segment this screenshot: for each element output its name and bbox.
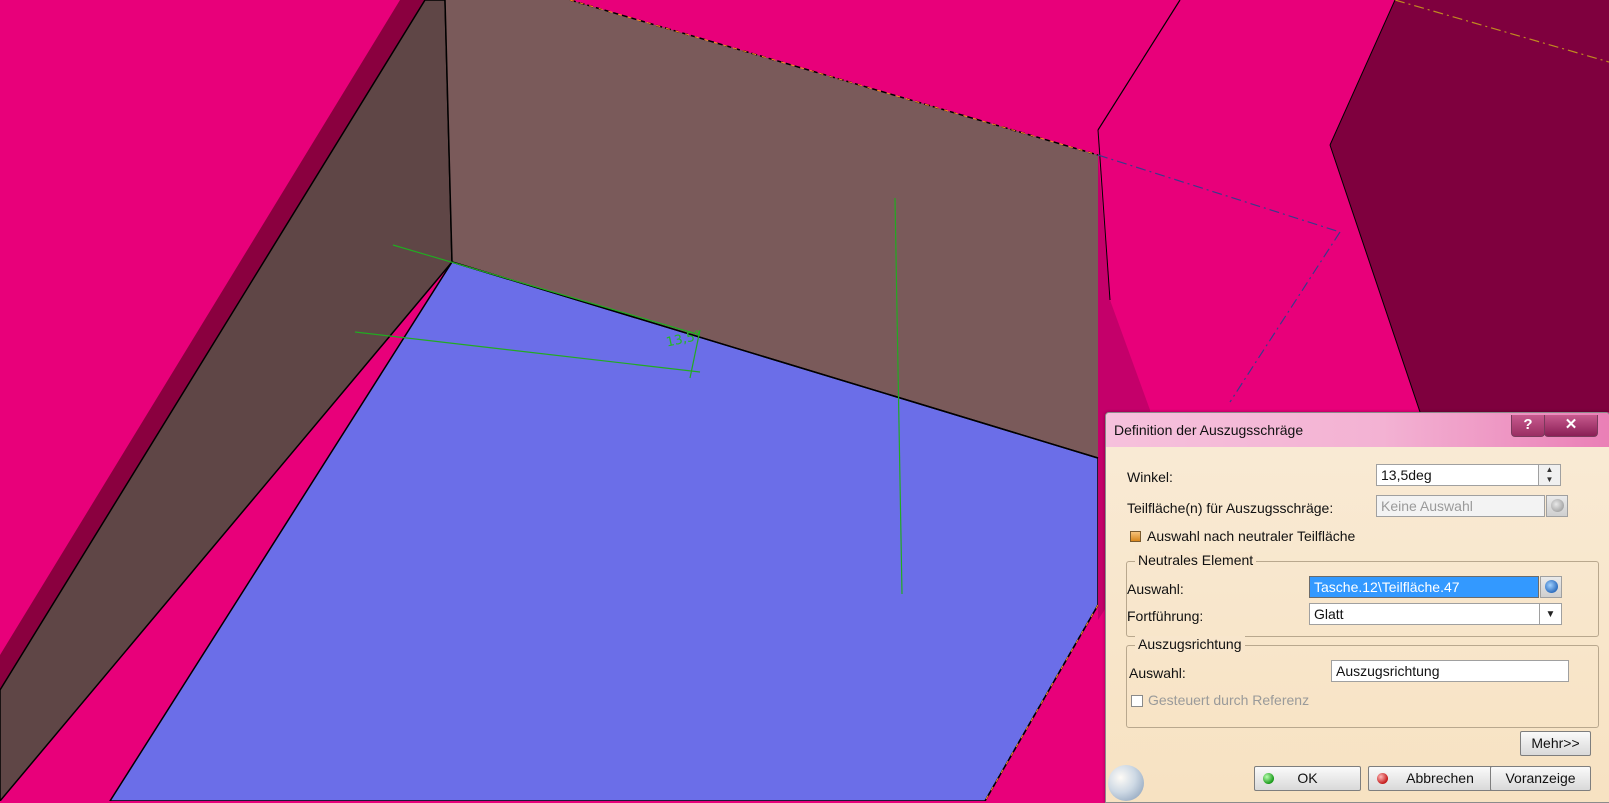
neutral-auswahl-label: Auswahl: [1127, 581, 1184, 597]
neutral-pick-button[interactable] [1540, 576, 1562, 598]
fortfuehrung-select[interactable]: Glatt ▼ [1309, 603, 1562, 625]
selection-globe-icon [1545, 580, 1558, 593]
winkel-label: Winkel: [1127, 469, 1173, 485]
dialog-titlebar[interactable]: Definition der Auszugsschräge ? ✕ [1106, 413, 1609, 447]
abbrechen-label: Abbrechen [1406, 770, 1474, 786]
abbrechen-button[interactable]: Abbrechen [1368, 766, 1494, 791]
auswahl-neutral-checkbox[interactable] [1130, 531, 1141, 542]
gesteuert-checkbox[interactable] [1131, 695, 1143, 707]
neutral-element-title: Neutrales Element [1135, 552, 1257, 568]
auszugsrichtung-title: Auszugsrichtung [1135, 636, 1245, 652]
auszugsrichtung-group: Auszugsrichtung [1126, 636, 1599, 728]
help-button[interactable]: ? [1511, 415, 1545, 437]
winkel-input[interactable]: 13,5deg ▲ ▼ [1376, 464, 1561, 486]
neutral-element-group: Neutrales Element [1126, 552, 1599, 637]
neutral-auswahl-input[interactable]: Tasche.12\Teilfläche.47 [1309, 576, 1539, 598]
catia-logo-icon [1108, 765, 1144, 801]
gesteuert-label: Gesteuert durch Referenz [1148, 692, 1310, 708]
selection-globe-icon [1551, 499, 1564, 512]
teilflaechen-pick-button[interactable] [1546, 495, 1568, 517]
winkel-spinner[interactable]: ▲ ▼ [1538, 465, 1560, 485]
auswahl-neutral-label: Auswahl nach neutraler Teilfläche [1147, 528, 1356, 544]
voranzeige-button[interactable]: Voranzeige [1490, 766, 1591, 791]
fortfuehrung-value: Glatt [1314, 606, 1344, 622]
draft-definition-dialog: Definition der Auszugsschräge ? ✕ Winkel… [1105, 412, 1609, 803]
close-button[interactable]: ✕ [1544, 415, 1598, 437]
fortfuehrung-label: Fortführung: [1127, 608, 1204, 624]
spin-up-icon[interactable]: ▲ [1539, 465, 1560, 475]
richtung-auswahl-label: Auswahl: [1129, 665, 1186, 681]
teilflaechen-input[interactable]: Keine Auswahl [1376, 495, 1545, 517]
ok-icon [1263, 773, 1274, 784]
cancel-icon [1377, 773, 1388, 784]
dialog-title: Definition der Auszugsschräge [1114, 422, 1304, 438]
richtung-auswahl-input[interactable]: Auszugsrichtung [1331, 660, 1569, 682]
ok-label: OK [1297, 770, 1318, 786]
chevron-down-icon[interactable]: ▼ [1539, 604, 1561, 624]
teilflaechen-label: Teilfläche(n) für Auszugsschräge: [1127, 500, 1334, 516]
ok-button[interactable]: OK [1254, 766, 1361, 791]
dialog-body: Winkel: 13,5deg ▲ ▼ Teilfläche(n) für Au… [1106, 447, 1609, 802]
mehr-button[interactable]: Mehr>> [1520, 731, 1591, 756]
winkel-value: 13,5deg [1381, 467, 1432, 483]
spin-down-icon[interactable]: ▼ [1539, 475, 1560, 485]
